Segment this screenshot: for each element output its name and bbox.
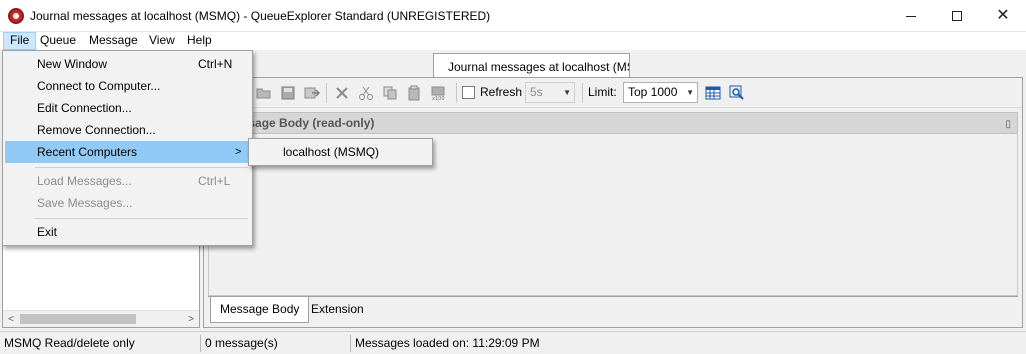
menu-item-new-window[interactable]: New Window Ctrl+N (5, 53, 250, 75)
menu-item-load-messages: Load Messages... Ctrl+L (5, 170, 250, 192)
document-area: x100 Refresh 5s ▼ Limit: Top 1000 ▼ Mess… (203, 77, 1023, 328)
menu-item-save-messages: Save Messages... (5, 192, 250, 214)
menu-view[interactable]: View (143, 32, 181, 50)
chevron-down-icon: ▼ (563, 88, 571, 97)
app-icon[interactable] (8, 8, 24, 24)
menu-item-shortcut: Ctrl+L (198, 174, 231, 188)
limit-select[interactable]: Top 1000 ▼ (623, 82, 698, 103)
cut-icon[interactable] (358, 85, 374, 101)
menu-bar: File Queue Message View Help (0, 32, 1026, 50)
menu-item-shortcut: Ctrl+N (198, 57, 233, 71)
menu-item-label: Exit (37, 225, 58, 239)
tab-message-body[interactable]: Message Body (210, 297, 310, 323)
open-icon[interactable] (256, 85, 272, 101)
menu-item-edit-connection[interactable]: Edit Connection... (5, 97, 250, 119)
forward-icon[interactable] (304, 85, 320, 101)
refresh-interval-select: 5s ▼ (525, 82, 575, 103)
pin-icon[interactable]: ▯ (1005, 115, 1011, 135)
document-tab-strip: Journal messages at localhost (MSMQ) (203, 52, 1026, 78)
title-bar: Journal messages at localhost (MSMQ) - Q… (0, 0, 1026, 32)
chevron-down-icon: ▼ (686, 88, 694, 97)
file-menu-dropdown: New Window Ctrl+N Connect to Computer...… (2, 50, 253, 246)
scroll-left-icon[interactable]: < (3, 312, 19, 327)
menu-queue[interactable]: Queue (34, 32, 82, 50)
menu-item-label: Recent Computers (37, 145, 138, 159)
minimize-button[interactable] (888, 0, 934, 32)
toolbar-separator (582, 83, 583, 103)
columns-icon[interactable] (705, 85, 721, 101)
menu-separator (35, 167, 248, 168)
menu-item-label: New Window (37, 57, 108, 71)
menu-item-exit[interactable]: Exit (5, 221, 250, 243)
message-detail-tabs: Message Body Extension (208, 296, 1018, 324)
window-title: Journal messages at localhost (MSMQ) - Q… (30, 9, 491, 23)
refresh-checkbox[interactable] (462, 86, 475, 99)
message-body-header: Message Body (read-only) ▯ (208, 112, 1018, 134)
close-button[interactable]: ✕ (980, 0, 1026, 32)
search-icon[interactable] (729, 85, 745, 101)
delete-icon[interactable] (334, 85, 350, 101)
chevron-right-icon: > (235, 146, 242, 158)
svg-text:x100: x100 (432, 96, 445, 101)
scroll-right-icon[interactable]: > (183, 312, 199, 327)
paste-icon[interactable] (406, 85, 422, 101)
toolbar-separator (326, 83, 327, 103)
refresh-interval-value: 5s (530, 85, 543, 99)
menu-item-label: Connect to Computer... (37, 79, 161, 93)
status-mode: MSMQ Read/delete only (4, 336, 135, 350)
purge-icon[interactable]: x100 (430, 85, 446, 101)
menu-item-label: Save Messages... (37, 196, 133, 210)
menu-separator (35, 218, 248, 219)
status-loaded-time: Messages loaded on: 11:29:09 PM (355, 336, 540, 350)
menu-item-label: Remove Connection... (37, 123, 156, 137)
status-message-count: 0 message(s) (205, 336, 278, 350)
menu-item-label: Load Messages... (37, 174, 132, 188)
scrollbar-thumb[interactable] (20, 314, 136, 324)
message-toolbar: x100 Refresh 5s ▼ Limit: Top 1000 ▼ (204, 78, 1022, 108)
recent-computer-localhost[interactable]: localhost (MSMQ) (251, 141, 430, 163)
minimize-icon (906, 15, 916, 17)
menu-item-remove-connection[interactable]: Remove Connection... (5, 119, 250, 141)
maximize-button[interactable] (934, 0, 980, 32)
close-icon: ✕ (996, 7, 1010, 24)
limit-label: Limit: (588, 85, 617, 99)
tab-journal-messages[interactable]: Journal messages at localhost (MSMQ) (433, 53, 630, 78)
menu-item-label: Edit Connection... (37, 101, 132, 115)
horizontal-scrollbar[interactable]: < > (3, 310, 199, 327)
refresh-label: Refresh (480, 85, 523, 99)
status-bar: MSMQ Read/delete only 0 message(s) Messa… (0, 331, 1026, 354)
tab-extension[interactable]: Extension (302, 297, 373, 323)
limit-value: Top 1000 (628, 85, 678, 99)
copy-icon[interactable] (382, 85, 398, 101)
save-icon[interactable] (280, 85, 296, 101)
recent-computers-submenu: localhost (MSMQ) (248, 138, 433, 166)
menu-file[interactable]: File (3, 32, 37, 50)
menu-item-recent-computers[interactable]: Recent Computers > (5, 141, 250, 163)
menu-item-connect-to-computer[interactable]: Connect to Computer... (5, 75, 250, 97)
menu-message[interactable]: Message (83, 32, 144, 50)
maximize-icon (952, 11, 962, 21)
toolbar-separator (456, 83, 457, 103)
menu-help[interactable]: Help (181, 32, 218, 50)
